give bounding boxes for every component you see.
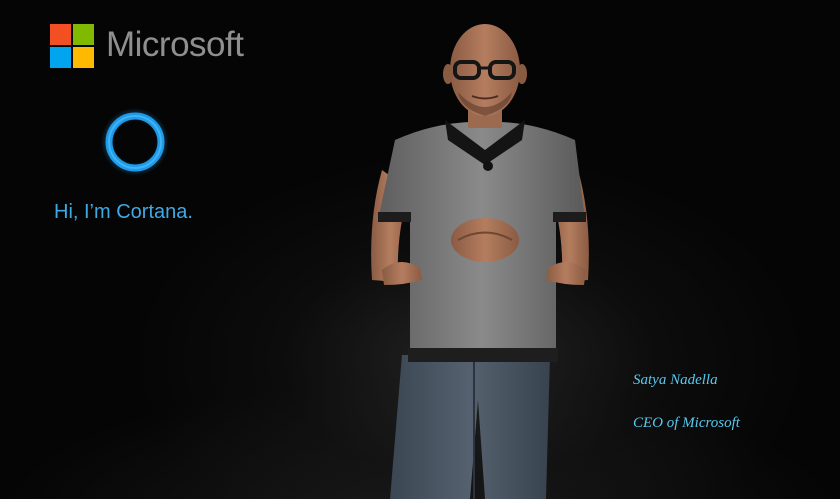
cortana-greeting: Hi, I’m Cortana. [54, 201, 193, 223]
speaker-title: CEO of Microsoft [633, 415, 740, 431]
microsoft-logo-icon [50, 24, 94, 68]
microsoft-wordmark: Microsoft [106, 25, 244, 64]
stage-scene: Microsoft Hi, I’m Cortana. Satya Nadella… [0, 0, 840, 499]
speaker-name: Satya Nadella [633, 372, 718, 388]
cortana-ring-icon [101, 108, 169, 176]
speaker-photo [371, 24, 589, 499]
